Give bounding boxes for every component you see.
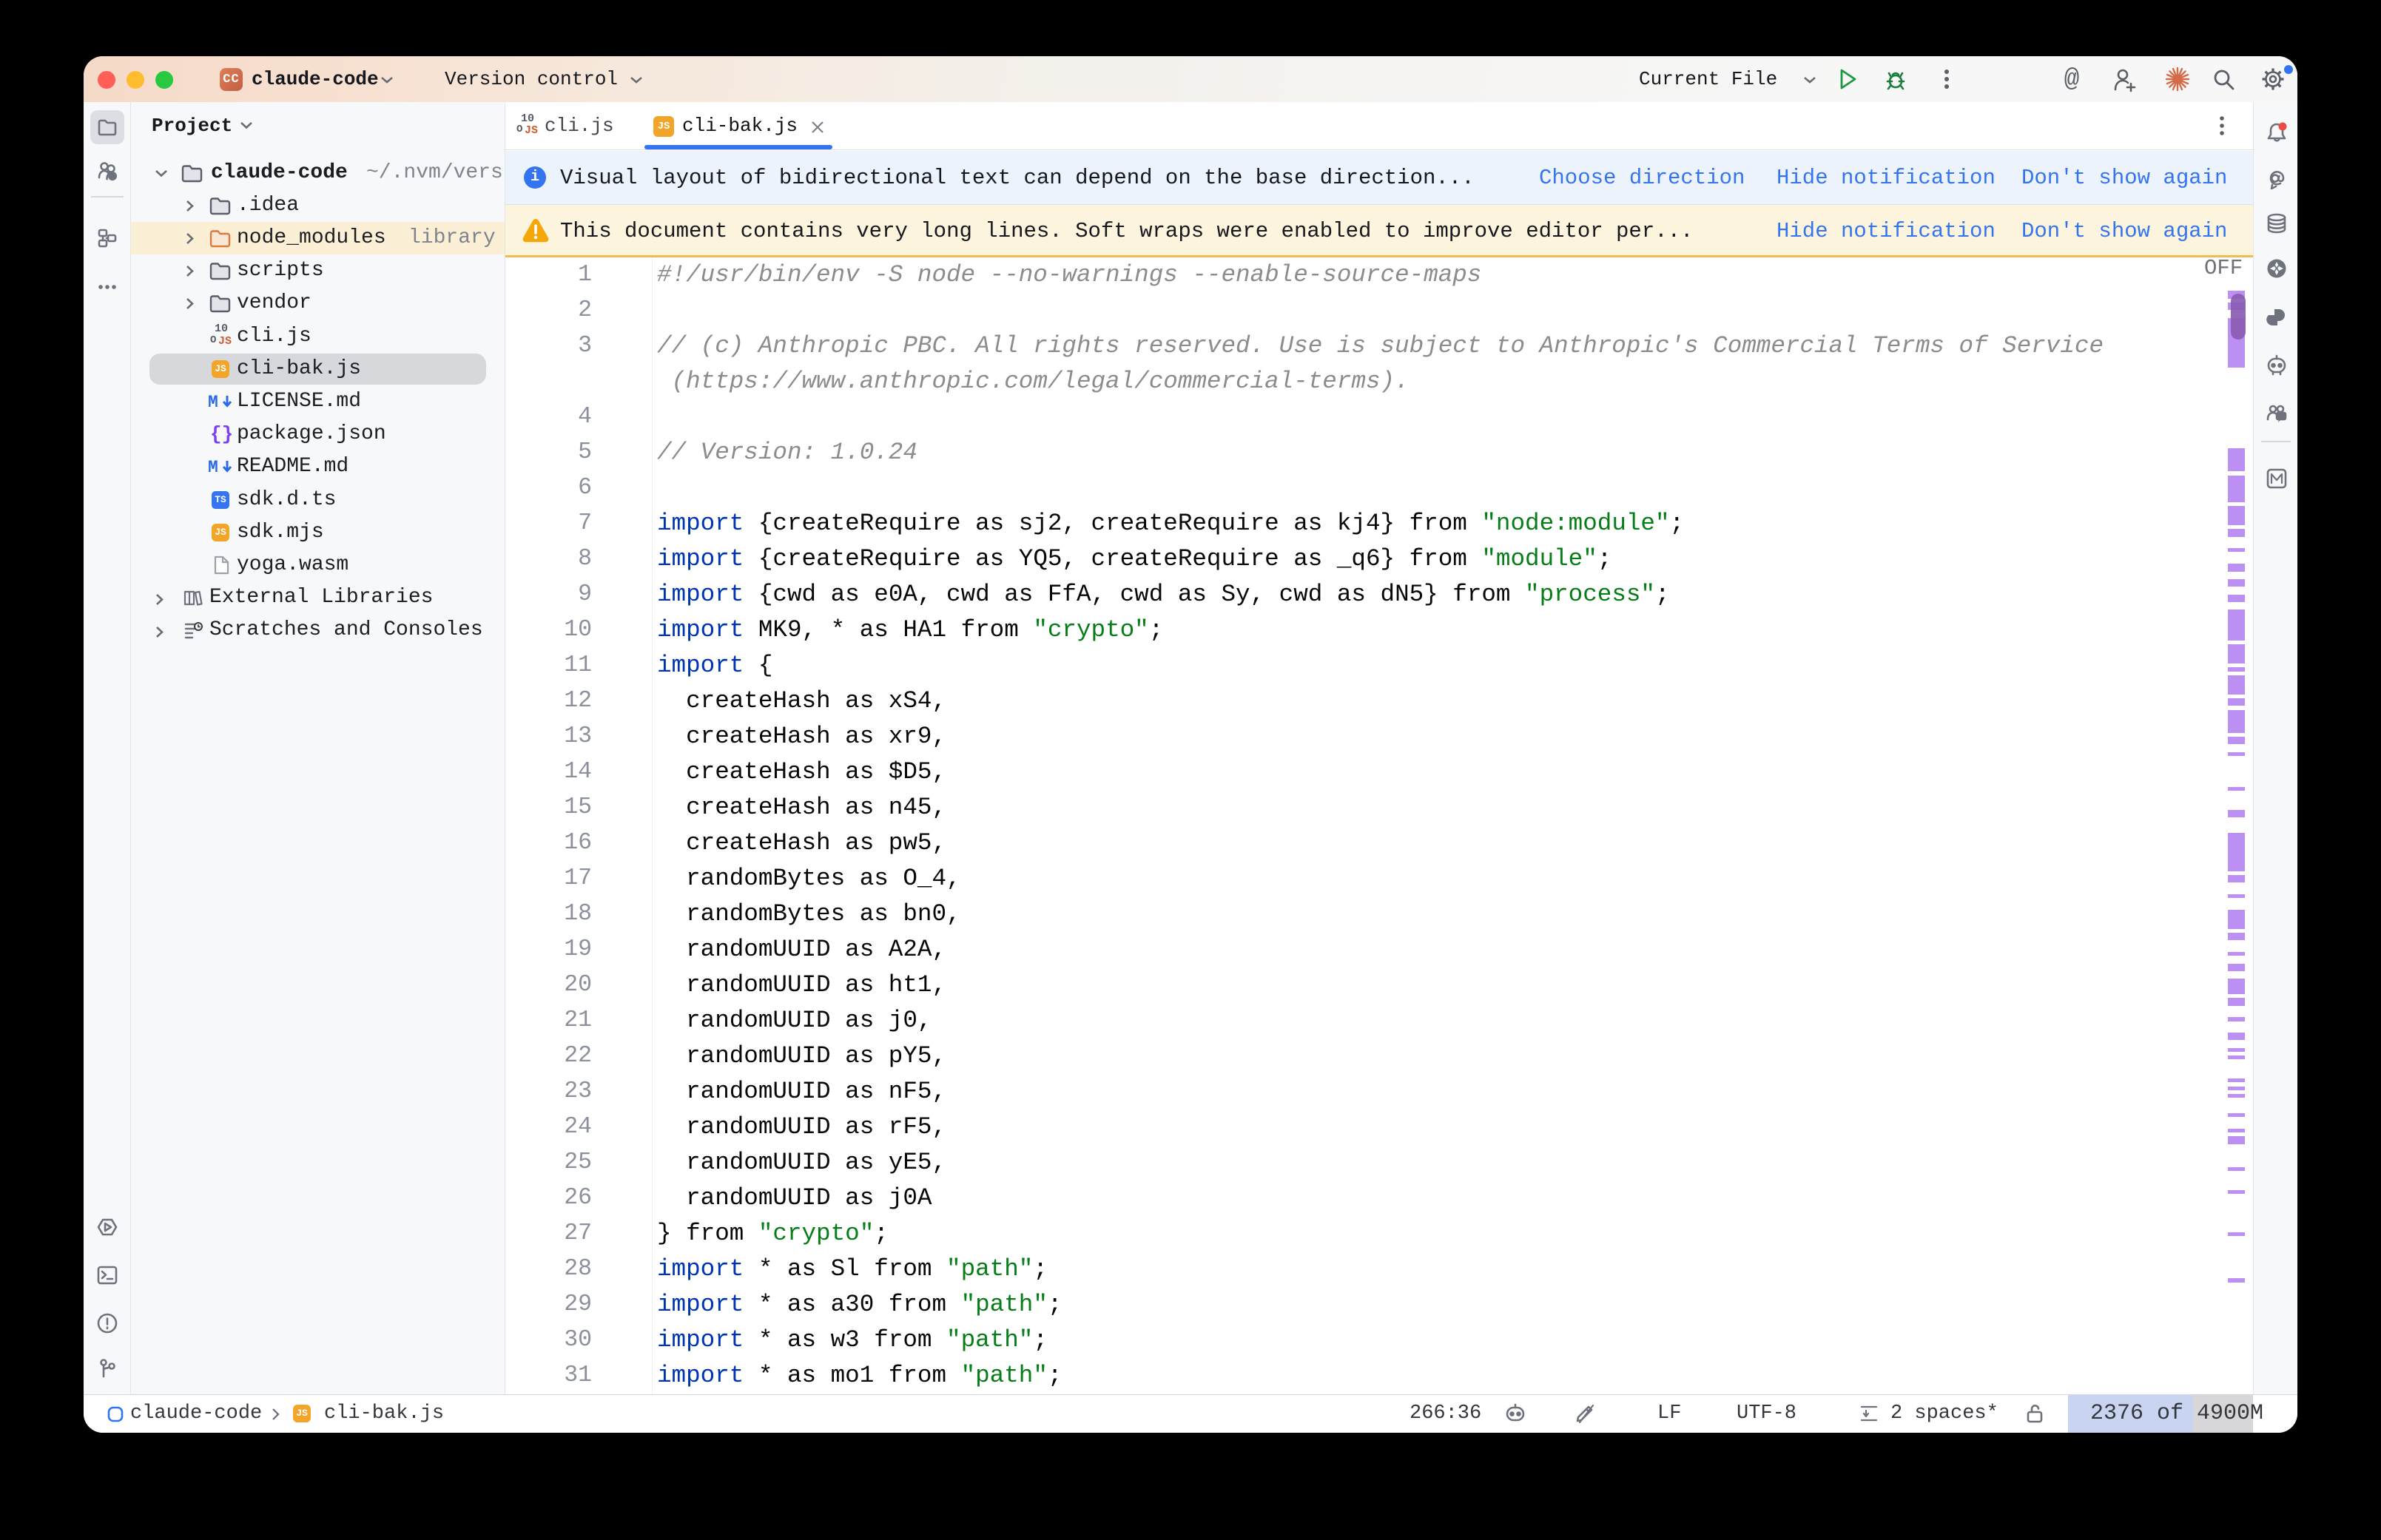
svg-text:M: M (208, 393, 218, 411)
svg-text:M: M (208, 458, 218, 476)
svg-text:?: ? (110, 173, 115, 181)
svg-text:X: X (2274, 263, 2280, 274)
